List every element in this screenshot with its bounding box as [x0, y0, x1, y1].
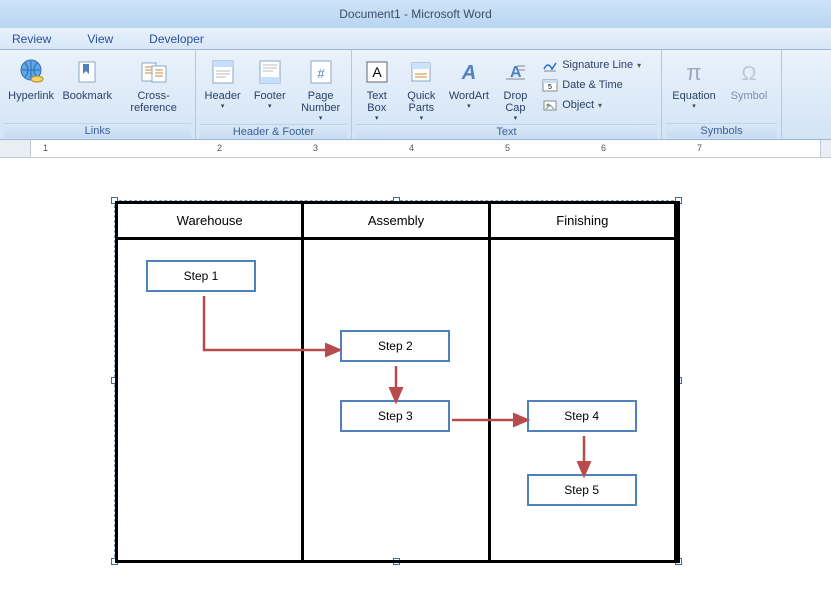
signature-icon [542, 57, 558, 73]
drop-cap-icon: A [499, 56, 531, 88]
ribbon: Hyperlink Bookmark Cross-reference Links… [0, 50, 831, 140]
lane-assembly: Assembly Step 2 Step 3 [304, 204, 490, 560]
equation-button[interactable]: π Equation▾ [666, 54, 722, 112]
globe-link-icon [15, 56, 47, 88]
text-box-icon: A [361, 56, 393, 88]
swimlane-diagram: Warehouse Step 1 Assembly Step 2 Step 3 … [115, 201, 680, 563]
page-number-icon: # [305, 56, 337, 88]
svg-text:A: A [372, 64, 382, 80]
step-box-5[interactable]: Step 5 [527, 474, 637, 506]
header-button[interactable]: Header▾ [200, 54, 245, 112]
pi-icon: π [678, 56, 710, 88]
header-icon [207, 56, 239, 88]
text-box-button[interactable]: A Text Box▾ [356, 54, 398, 124]
group-text-label: Text [356, 124, 657, 139]
quick-parts-button[interactable]: Quick Parts▾ [400, 54, 444, 124]
svg-text:A: A [510, 64, 522, 81]
svg-text:Ω: Ω [742, 63, 757, 85]
step-box-4[interactable]: Step 4 [527, 400, 637, 432]
wordart-button[interactable]: A WordArt▾ [445, 54, 493, 112]
group-hf-label: Header & Footer [200, 124, 347, 139]
date-time-icon: 5 [542, 77, 558, 93]
wordart-icon: A [453, 56, 485, 88]
ruler-tick: 4 [409, 143, 414, 153]
date-time-button[interactable]: 5Date & Time [538, 76, 657, 94]
symbol-button[interactable]: Ω Symbol [724, 54, 774, 104]
object-icon [542, 97, 558, 113]
lane-warehouse: Warehouse Step 1 [118, 204, 304, 560]
step-box-3[interactable]: Step 3 [340, 400, 450, 432]
tab-review[interactable]: Review [4, 30, 59, 48]
hyperlink-button[interactable]: Hyperlink [4, 54, 58, 104]
footer-icon [254, 56, 286, 88]
page: Warehouse Step 1 Assembly Step 2 Step 3 … [24, 170, 804, 590]
bookmark-button[interactable]: Bookmark [60, 54, 114, 104]
ribbon-tabs: Review View Developer [0, 28, 831, 50]
svg-text:π: π [686, 60, 701, 85]
group-text: A Text Box▾ Quick Parts▾ A WordArt▾ A Dr… [352, 50, 662, 139]
footer-button[interactable]: Footer▾ [247, 54, 292, 112]
ruler-tick: 1 [43, 143, 48, 153]
omega-icon: Ω [733, 56, 765, 88]
ruler-tick: 3 [313, 143, 318, 153]
window-title: Document1 - Microsoft Word [339, 7, 492, 21]
tab-view[interactable]: View [79, 30, 121, 48]
step-box-1[interactable]: Step 1 [146, 260, 256, 292]
group-symbols-label: Symbols [666, 123, 777, 138]
horizontal-ruler[interactable]: 1 2 3 4 5 6 7 [0, 140, 831, 158]
document-area[interactable]: Warehouse Step 1 Assembly Step 2 Step 3 … [0, 158, 831, 595]
ruler-tick: 5 [505, 143, 510, 153]
quick-parts-icon [405, 56, 437, 88]
signature-line-button[interactable]: Signature Line▾ [538, 56, 657, 74]
object-button[interactable]: Object▾ [538, 96, 657, 114]
lane-header: Finishing [491, 204, 674, 240]
lane-finishing: Finishing Step 4 Step 5 [491, 204, 677, 560]
lane-header: Assembly [304, 204, 487, 240]
svg-text:A: A [461, 62, 476, 84]
svg-text:#: # [317, 66, 325, 81]
canvas-selection[interactable]: Warehouse Step 1 Assembly Step 2 Step 3 … [114, 200, 679, 562]
group-links: Hyperlink Bookmark Cross-reference Links [0, 50, 196, 139]
tab-developer[interactable]: Developer [141, 30, 212, 48]
group-symbols: π Equation▾ Ω Symbol Symbols [662, 50, 782, 139]
cross-ref-icon [138, 56, 170, 88]
drop-cap-button[interactable]: A Drop Cap▾ [495, 54, 537, 124]
group-links-label: Links [4, 123, 191, 138]
step-box-2[interactable]: Step 2 [340, 330, 450, 362]
lane-header: Warehouse [118, 204, 301, 240]
ruler-tick: 2 [217, 143, 222, 153]
ruler-tick: 6 [601, 143, 606, 153]
ruler-tick: 7 [697, 143, 702, 153]
group-header-footer: Header▾ Footer▾ # Page Number▾ Header & … [196, 50, 352, 139]
title-bar: Document1 - Microsoft Word [0, 0, 831, 28]
page-number-button[interactable]: # Page Number▾ [294, 54, 347, 124]
svg-text:5: 5 [548, 84, 552, 91]
bookmark-icon [71, 56, 103, 88]
cross-reference-button[interactable]: Cross-reference [116, 54, 191, 116]
